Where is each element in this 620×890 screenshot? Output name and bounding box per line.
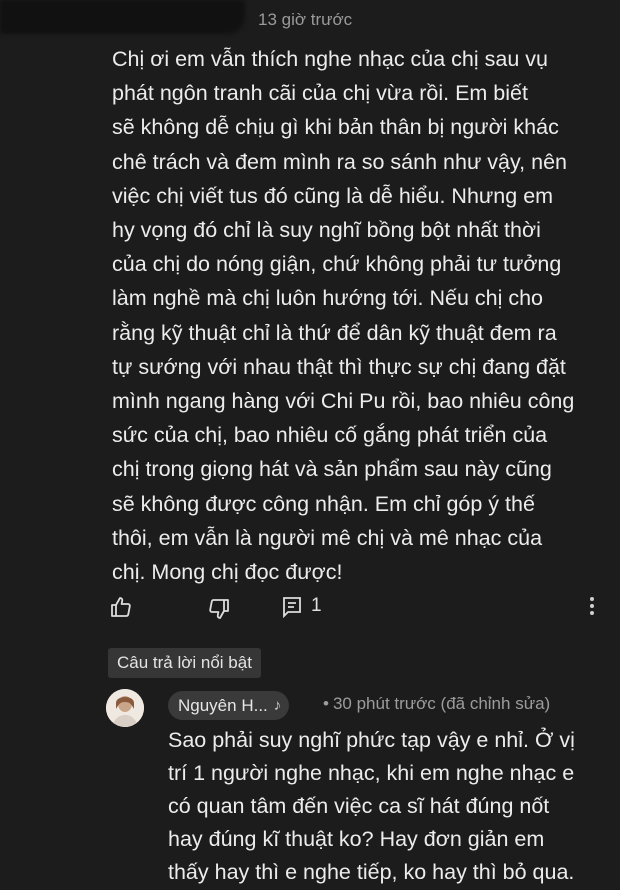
more-vertical-icon[interactable] bbox=[586, 594, 598, 620]
avatar[interactable] bbox=[106, 689, 144, 727]
meta-separator: • bbox=[323, 694, 329, 713]
comment-timestamp: 13 giờ trước bbox=[258, 10, 353, 29]
reply-line: hay đúng kĩ thuật ko? Hay đơn giản em bbox=[168, 827, 545, 851]
comment-line: rằng kỹ thuật chỉ là thứ để dân kỹ thuật… bbox=[112, 320, 557, 345]
comment-line: của chị do nóng giận, chứ không phải tư … bbox=[112, 252, 562, 277]
comment-line: Chị ơi em vẫn thích nghe nhạc của chị sa… bbox=[112, 47, 548, 71]
thumbs-up-icon[interactable] bbox=[108, 594, 134, 620]
comment-line: phát ngôn tranh cãi của chị vừa rồi. Em … bbox=[112, 81, 528, 106]
reply-text: Sao phải suy nghĩ phức tạp vậy e nhỉ. Ở … bbox=[168, 724, 613, 889]
reply-count[interactable]: 1 bbox=[311, 595, 322, 617]
author-chip[interactable]: Nguyên H... ♪ bbox=[168, 691, 290, 720]
comment-line: thôi, em vẫn là người mê chị và mê nhạc … bbox=[112, 525, 543, 550]
comment-text: Chị ơi em vẫn thích nghe nhạc của chị sa… bbox=[112, 42, 612, 589]
comment-actions: 1 bbox=[0, 590, 620, 624]
reply-line: thấy hay thì e nghe tiếp, ko hay thì bỏ … bbox=[168, 860, 575, 884]
comment-line: sẽ không được công nhận. Em chỉ góp ý th… bbox=[112, 491, 535, 516]
thumbs-down-icon[interactable] bbox=[206, 596, 232, 622]
comment-line: làm nghề mà chị luôn hướng tới. Nếu chị … bbox=[112, 286, 544, 311]
comment-line: tự sướng với nhau thật thì thực sự chị đ… bbox=[112, 354, 566, 379]
reply-line: có quan tâm đến việc ca sĩ hát đúng nốt bbox=[168, 794, 550, 818]
reply-comment-icon[interactable] bbox=[280, 595, 304, 619]
author-name: Nguyên H... bbox=[178, 695, 268, 715]
comment-line: chê trách và đem mình ra so sánh như vậy… bbox=[112, 149, 567, 174]
reply-line: Sao phải suy nghĩ phức tạp vậy e nhỉ. Ở … bbox=[168, 728, 575, 752]
reply-timestamp: 30 phút trước (đã chỉnh sửa) bbox=[332, 694, 551, 713]
comment-line: hy vọng đó chỉ là suy nghĩ bồng bột nhất… bbox=[112, 218, 541, 243]
comment-line: chị trong giọng hát và sản phẩm sau này … bbox=[112, 457, 552, 482]
reply-meta: • 30 phút trước (đã chỉnh sửa) bbox=[323, 694, 550, 714]
comment-line: mình ngang hàng với Chi Pu rồi, bao nhiê… bbox=[112, 389, 575, 414]
comment-line: sẽ không dễ chịu gì khi bản thân bị ngườ… bbox=[112, 115, 559, 140]
comment-line: chị. Mong chị đọc được! bbox=[112, 560, 343, 585]
reply-line: trí 1 người nghe nhạc, khi em nghe nhạc … bbox=[168, 761, 575, 785]
redacted-username bbox=[0, 0, 245, 34]
featured-reply-badge: Câu trả lời nổi bật bbox=[108, 648, 261, 678]
comment-line: sức của chị, bao nhiêu cố gắng phát triể… bbox=[112, 423, 548, 448]
music-note-icon: ♪ bbox=[273, 697, 282, 714]
comment-line: việc chị viết tus đó cũng là dễ hiểu. Nh… bbox=[112, 183, 554, 208]
